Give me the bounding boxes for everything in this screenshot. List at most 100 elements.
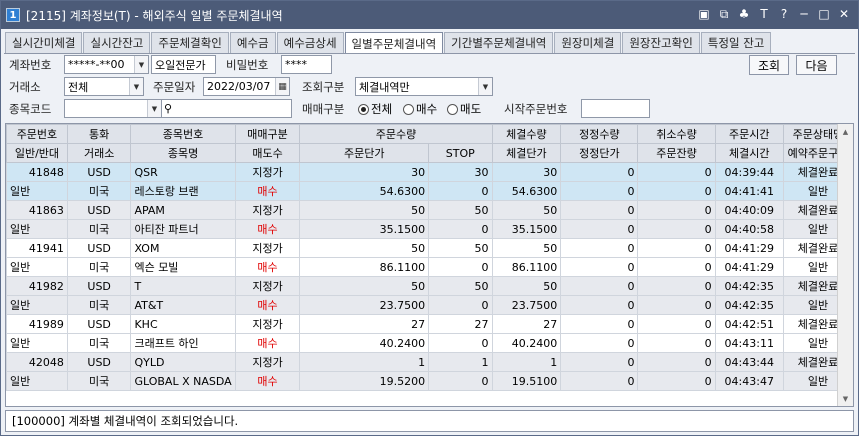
- cell-symbol: T: [130, 276, 236, 296]
- tab-4[interactable]: 예수금상세: [276, 32, 344, 53]
- column-subheader[interactable]: STOP: [428, 143, 493, 163]
- table-row[interactable]: 41982 USD T 지정가 50 50 50 0 0 04:42:35 체결완료: [6, 276, 853, 296]
- cell-filled-time: 04:42:35: [714, 295, 784, 315]
- order-date-field[interactable]: 2022/03/07 ▦: [203, 77, 290, 96]
- cell-currency: USD: [66, 162, 132, 182]
- search-icon[interactable]: ⚲: [164, 102, 172, 115]
- scroll-down-icon[interactable]: ▼: [838, 391, 853, 406]
- order-date-label: 주문일자: [153, 80, 196, 94]
- tab-1[interactable]: 실시간잔고: [83, 32, 151, 53]
- minimize-icon[interactable]: ─: [796, 6, 812, 22]
- maximize-icon[interactable]: □: [816, 6, 832, 22]
- query-type-dropdown-arrow-icon[interactable]: ▼: [478, 78, 492, 95]
- next-button[interactable]: 다음: [796, 55, 837, 75]
- close-icon[interactable]: ✕: [836, 6, 852, 22]
- cell-name: 엑슨 모빌: [130, 257, 236, 277]
- column-subheader[interactable]: 거래소: [66, 143, 132, 163]
- exchange-dropdown-arrow-icon[interactable]: ▼: [129, 78, 143, 95]
- start-order-input[interactable]: [581, 99, 650, 118]
- column-subheader[interactable]: 정정단가: [560, 143, 639, 163]
- table-row[interactable]: 42048 USD QYLD 지정가 1 1 1 0 0 04:43:44 체결완료: [6, 352, 853, 372]
- table-row[interactable]: 일반 미국 크래프트 하인 매수 40.2400 0 40.2400 0 0 04:43:11 일반: [6, 333, 853, 353]
- column-header[interactable]: 주문시간: [714, 124, 784, 144]
- table-row[interactable]: 41989 USD KHC 지정가 27 27 27 0 0 04:42:51 체결완료: [6, 314, 853, 334]
- column-subheader[interactable]: 주문잔량: [637, 143, 716, 163]
- cell-order-time: 04:40:09: [714, 200, 784, 220]
- password-field[interactable]: ****: [281, 55, 332, 74]
- exchange-select[interactable]: 전체 ▼: [64, 77, 144, 96]
- radio-circle-icon[interactable]: [403, 103, 414, 115]
- order-date-value: 2022/03/07: [207, 80, 271, 93]
- tab-3[interactable]: 예수금: [229, 32, 276, 53]
- column-subheader[interactable]: 매도수: [234, 143, 301, 163]
- doc-icon[interactable]: ▣: [696, 6, 712, 22]
- column-subheader[interactable]: 일반/반대: [6, 143, 68, 163]
- cell-order-no: 41982: [6, 276, 68, 296]
- restore-icon[interactable]: ⧉: [716, 6, 732, 22]
- cell-filled-price: 19.5100: [491, 371, 562, 391]
- cell-order-qty: 50: [299, 276, 430, 296]
- column-header[interactable]: 주문수량: [299, 124, 493, 144]
- cell-name: 레스토랑 브랜: [130, 181, 236, 201]
- symbol-search-field[interactable]: ⚲: [161, 99, 292, 118]
- status-bar: [100000] 계좌별 체결내역이 조회되었습니다.: [5, 410, 854, 432]
- font-icon[interactable]: T: [756, 6, 772, 22]
- column-header[interactable]: 통화: [66, 124, 132, 144]
- table-row[interactable]: 41863 USD APAM 지정가 50 50 50 0 0 04:40:09 체결완료: [6, 200, 853, 220]
- side-radio-1[interactable]: 매수: [403, 101, 437, 117]
- column-header[interactable]: 취소수량: [637, 124, 716, 144]
- cell-order-price: 35.1500: [299, 219, 430, 239]
- side-radio-2[interactable]: 매도: [447, 101, 481, 117]
- cell-modify-qty: 0: [560, 352, 639, 372]
- help-icon[interactable]: ?: [776, 6, 792, 22]
- cell-symbol: QSR: [130, 162, 236, 182]
- cell-order-type: 지정가: [234, 276, 301, 296]
- tab-9[interactable]: 특정일 잔고: [700, 32, 772, 53]
- tab-divider: [4, 53, 855, 54]
- cell-remaining: 0: [637, 371, 716, 391]
- column-subheader[interactable]: 주문단가: [299, 143, 430, 163]
- side-radio-0[interactable]: 전체: [358, 101, 392, 117]
- account-select[interactable]: *****-**00 ▼: [64, 55, 149, 74]
- tab-5[interactable]: 일별주문체결내역: [344, 32, 444, 54]
- cell-order-type: 지정가: [234, 352, 301, 372]
- scroll-up-icon[interactable]: ▲: [838, 124, 853, 139]
- column-header[interactable]: 매매구분: [234, 124, 301, 144]
- column-header[interactable]: 주문번호: [6, 124, 68, 144]
- table-row[interactable]: 일반 미국 레스토랑 브랜 매수 54.6300 0 54.6300 0 0 04:41:41 일반: [6, 181, 853, 201]
- cell-stop: 0: [428, 257, 493, 277]
- tab-7[interactable]: 원장미체결: [554, 32, 622, 53]
- column-subheader[interactable]: 체결단가: [491, 143, 562, 163]
- radio-circle-icon[interactable]: [358, 103, 369, 115]
- table-row[interactable]: 41941 USD XOM 지정가 50 50 50 0 0 04:41:29 체결완료: [6, 238, 853, 258]
- table-row[interactable]: 일반 미국 AT&T 매수 23.7500 0 23.7500 0 0 04:42:35 일반: [6, 295, 853, 315]
- column-subheader[interactable]: 체결시간: [714, 143, 784, 163]
- symbol-dropdown-arrow-icon[interactable]: ▼: [147, 100, 161, 117]
- column-header[interactable]: 정정수량: [560, 124, 639, 144]
- tab-2[interactable]: 주문체결확인: [151, 32, 229, 53]
- column-header[interactable]: 종목번호: [130, 124, 236, 144]
- table-row[interactable]: 일반 미국 아티잔 파트너 매수 35.1500 0 35.1500 0 0 04:40:58 일반: [6, 219, 853, 239]
- table-row[interactable]: 일반 미국 엑슨 모빌 매수 86.1100 0 86.1100 0 0 04:41:29 일반: [6, 257, 853, 277]
- account-dropdown-arrow-icon[interactable]: ▼: [134, 56, 148, 73]
- radio-circle-icon[interactable]: [447, 103, 458, 115]
- cell-side: 매수: [234, 333, 301, 353]
- cell-remaining: 0: [637, 333, 716, 353]
- column-header[interactable]: 체결수량: [491, 124, 562, 144]
- table-row[interactable]: 41848 USD QSR 지정가 30 30 30 0 0 04:39:44 체결완료: [6, 162, 853, 182]
- tab-8[interactable]: 원장잔고확인: [622, 32, 700, 53]
- column-subheader[interactable]: 종목명: [130, 143, 236, 163]
- pin-icon[interactable]: ♣: [736, 6, 752, 22]
- cell-order-price: 40.2400: [299, 333, 430, 353]
- vertical-scrollbar[interactable]: ▲ ▼: [837, 124, 853, 406]
- tab-0[interactable]: 실시간미체결: [5, 32, 83, 53]
- calendar-icon[interactable]: ▦: [275, 78, 289, 95]
- query-type-select[interactable]: 체결내역만 ▼: [355, 77, 493, 96]
- symbol-input[interactable]: ▼: [64, 99, 162, 118]
- cell-filled-price: 40.2400: [491, 333, 562, 353]
- cell-filled-time: 04:41:29: [714, 257, 784, 277]
- cell-order-price: 19.5200: [299, 371, 430, 391]
- query-button[interactable]: 조회: [749, 55, 789, 75]
- table-row[interactable]: 일반 미국 GLOBAL X NASDA 매수 19.5200 0 19.5100 0 0 04:…: [6, 371, 853, 391]
- tab-6[interactable]: 기간별주문체결내역: [444, 32, 554, 53]
